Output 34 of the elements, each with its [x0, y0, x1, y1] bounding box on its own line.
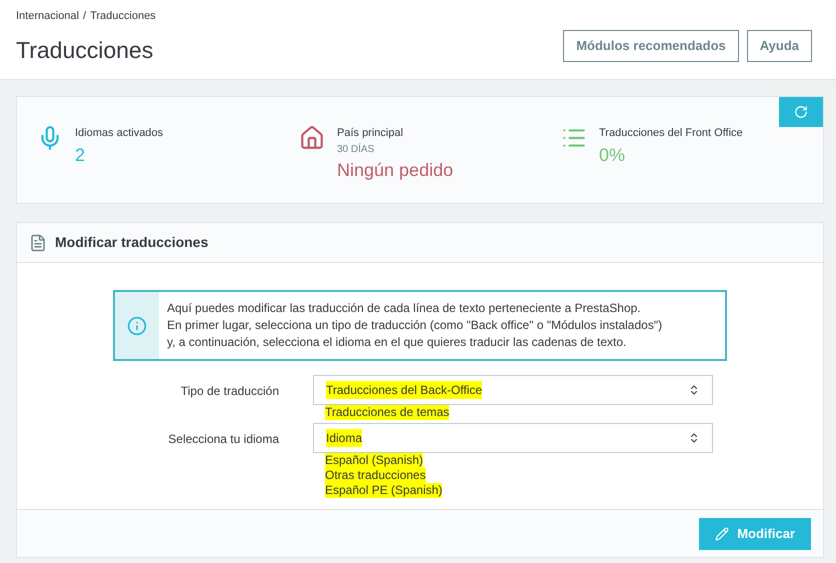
stat-value: 2 — [75, 144, 86, 166]
stat-label: Idiomas activados — [75, 126, 164, 141]
info-text: En primer lugar, selecciona un tipo de traducción (como "Back office" o "Módulos instalados") — [167, 317, 662, 334]
select-field[interactable]: Idioma — [313, 423, 713, 453]
option-text: Otras traducciones — [325, 468, 426, 483]
info-text: y, a continuación, selecciona el idioma en el que quieres traducir las cadenas de texto. — [167, 334, 628, 351]
document-icon — [29, 234, 47, 252]
option-text: Español (Spanish) — [325, 453, 424, 468]
stat-sublabel: 30 DÍAS — [337, 142, 376, 156]
info-icon — [127, 316, 147, 336]
page-title: Traducciones — [16, 36, 154, 64]
breadcrumb-link[interactable]: Internacional — [16, 8, 79, 24]
header-button[interactable]: Módulos recomendados — [563, 30, 739, 62]
panel-title: Modificar traducciones — [55, 233, 208, 252]
select-caret-icon — [688, 432, 700, 444]
stat-label: Traducciones del Front Office — [599, 126, 743, 141]
option-text: Español PE (Spanish) — [325, 483, 442, 498]
breadcrumb-separator: / — [83, 9, 86, 24]
refresh-icon — [794, 105, 808, 119]
option-text: Traducciones de temas — [325, 405, 450, 420]
pencil-icon — [715, 526, 730, 540]
refresh-button[interactable] — [779, 97, 823, 127]
select-value: Traducciones del Back-Office — [326, 381, 482, 399]
select-caret-icon — [688, 384, 700, 396]
select-value: Idioma — [326, 429, 362, 447]
select-field[interactable]: Traducciones del Back-Office — [313, 375, 713, 405]
field-label: Selecciona tu idioma — [167, 431, 280, 448]
breadcrumb-link[interactable]: Traducciones — [90, 8, 156, 24]
info-text: Aquí puedes modificar las traducción de cada línea de texto perteneciente a PrestaShop. — [167, 300, 642, 317]
field-label: Tipo de traducción — [180, 383, 280, 400]
stat-label: País principal — [337, 126, 404, 141]
header-button[interactable]: Ayuda — [746, 30, 812, 62]
stat-value: 0% — [599, 144, 626, 166]
stat-value: Ningún pedido — [337, 158, 454, 182]
